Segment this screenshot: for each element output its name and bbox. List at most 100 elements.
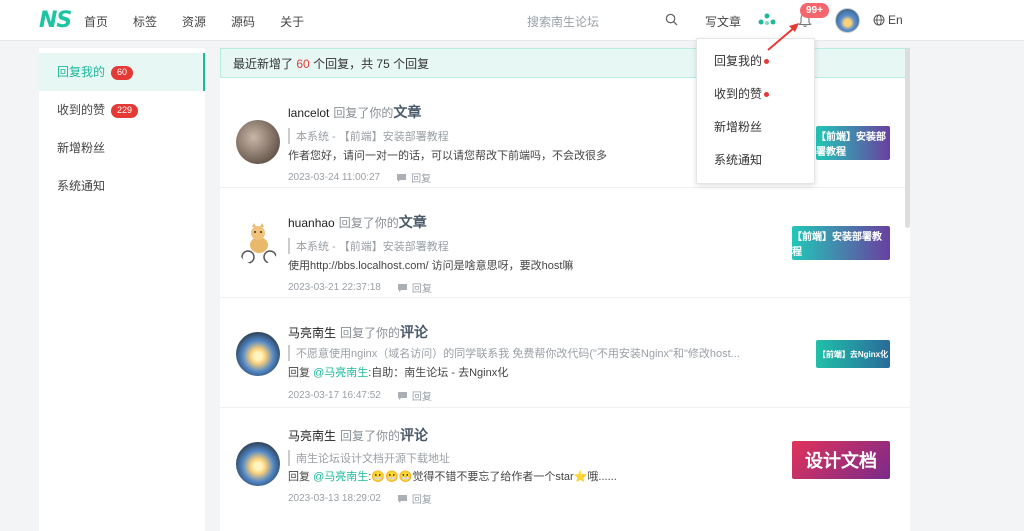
dropdown-item-label: 新增粉丝 [714,120,763,134]
language-label: En [888,13,903,27]
timestamp: 2023-03-13 18:29:02 [288,493,381,504]
unread-dot [764,92,770,97]
timestamp: 2023-03-17 16:47:52 [288,390,381,401]
dropdown-item-label: 收到的赞 [714,87,763,101]
message-sidebar: 回复我的 60 收到的赞 229 新增粉丝 系统通知 [39,48,205,531]
article-thumbnail[interactable]: 设计文档 [792,441,890,479]
reply-meta: 2023-03-13 18:29:02 回复 [288,491,432,506]
comment-icon [397,391,407,400]
user-avatar[interactable] [835,8,860,33]
write-article-button[interactable]: 写文章 [705,13,741,30]
avatar[interactable] [236,442,280,486]
dropdown-item-likes[interactable]: 收到的赞 [697,78,814,111]
thumbnail-text: 【前端】安装部署教程 [792,232,882,258]
target-type: 评论 [400,324,429,340]
action-text: 回复了你的 [340,326,401,340]
article-thumbnail[interactable]: 【前端】去Nginx化 [816,340,890,368]
sidebar-item-replies[interactable]: 回复我的 60 [39,53,205,91]
quoted-source[interactable]: 本系统 - 【前端】安装部署教程 [288,238,449,254]
reply-button[interactable]: 回复 [397,491,432,506]
quoted-source[interactable]: 不愿意使用nginx（域名访问）的同学联系我 免费帮你改代码("不用安装Ngin… [288,345,768,361]
sidebar-item-label: 回复我的 [57,65,106,79]
top-navbar: NS 首页 标签 资源 源码 关于 搜索南生论坛 写文章 99+ En [0,0,1024,41]
reply-meta: 2023-03-24 11:00:27 回复 [288,170,431,185]
reply-header: 马亮南生 回复了你的评论 [288,322,428,342]
quoted-source[interactable]: 南生论坛设计文档开源下载地址 [288,450,450,466]
reply-text: :😬😬😬觉得不错不要忘了给作者一个star⭐哦...... [368,471,617,483]
reply-content: 作者您好，请问一对一的话，可以请您帮改下前端吗，不会改很多 [288,150,607,162]
thumbnail-text: 【前端】去Nginx化 [817,349,889,359]
action-text: 回复了你的 [333,106,394,120]
nav-about[interactable]: 关于 [280,13,304,30]
count-badge: 229 [111,103,139,118]
avatar[interactable] [236,332,280,376]
quoted-source[interactable]: 本系统 - 【前端】安装部署教程 [288,128,449,144]
reply-label: 回复 [411,392,432,403]
username[interactable]: lancelot [288,106,329,120]
action-text: 回复了你的 [338,216,399,230]
banner-text: 最近新增了 [233,57,294,71]
reply-header: lancelot 回复了你的文章 [288,102,421,122]
reply-meta: 2023-03-21 22:37:18 回复 [288,280,432,295]
timestamp: 2023-03-24 11:00:27 [288,172,381,183]
notification-badge: 99+ [800,3,829,18]
comment-icon [397,494,407,503]
avatar[interactable] [236,120,280,164]
dropdown-item-followers[interactable]: 新增粉丝 [697,111,814,144]
unread-dot [764,59,770,64]
sidebar-item-label: 收到的赞 [57,103,106,117]
list-item: 马亮南生 回复了你的评论 南生论坛设计文档开源下载地址 回复 @马亮南生:😬😬😬觉… [220,408,910,518]
nav-resources[interactable]: 资源 [182,13,206,30]
reply-button[interactable]: 回复 [397,388,432,403]
nav-source[interactable]: 源码 [231,13,255,30]
reply-content: 回复 @马亮南生:自助：南生论坛 - 去Nginx化 [288,364,508,380]
site-logo[interactable]: NS [39,8,72,33]
target-type: 文章 [398,214,427,230]
annotation-arrow [767,23,799,51]
reply-header: 马亮南生 回复了你的评论 [288,425,428,445]
sidebar-item-label: 系统通知 [57,179,106,193]
globe-icon [873,14,885,26]
username[interactable]: 马亮南生 [288,429,336,443]
username[interactable]: huanhao [288,216,335,230]
sidebar-item-label: 新增粉丝 [57,141,106,155]
reply-label: 回复 [411,284,432,295]
target-type: 评论 [400,427,429,443]
list-item: 马亮南生 回复了你的评论 不愿意使用nginx（域名访问）的同学联系我 免费帮你改… [220,298,910,408]
action-text: 回复了你的 [340,429,401,443]
sidebar-item-likes[interactable]: 收到的赞 229 [39,91,205,129]
reply-label: 回复 [411,174,432,185]
article-thumbnail[interactable]: 【前端】安装部署教程 [816,126,890,160]
total-count: 75 [376,57,390,71]
banner-text: 个回复，共 [313,57,374,71]
article-thumbnail[interactable]: 【前端】安装部署教程 [792,226,890,260]
dropdown-item-label: 系统通知 [714,153,763,167]
reply-label: 回复 [411,495,432,506]
reply-button[interactable]: 回复 [396,170,431,185]
dropdown-item-label: 回复我的 [714,54,763,68]
reply-meta: 2023-03-17 16:47:52 回复 [288,388,432,403]
sidebar-item-followers[interactable]: 新增粉丝 [39,129,205,167]
timestamp: 2023-03-21 22:37:18 [288,282,381,293]
nav-home[interactable]: 首页 [84,13,108,30]
main-nav: 首页 标签 资源 源码 关于 [84,13,304,30]
count-badge: 60 [111,65,134,80]
comment-icon [397,173,407,182]
dropdown-item-system[interactable]: 系统通知 [697,144,814,177]
thumbnail-text: 设计文档 [805,451,877,471]
banner-text: 个回复 [393,57,430,71]
reply-content: 回复 @马亮南生:😬😬😬觉得不错不要忘了给作者一个star⭐哦...... [288,468,617,484]
username[interactable]: 马亮南生 [288,326,336,340]
nav-tags[interactable]: 标签 [133,13,157,30]
sidebar-item-system[interactable]: 系统通知 [39,167,205,205]
mention-link[interactable]: @马亮南生 [313,367,368,379]
avatar[interactable] [236,221,280,265]
scrollbar[interactable] [905,48,910,228]
search-icon[interactable] [665,13,678,26]
reply-button[interactable]: 回复 [397,280,432,295]
language-switch[interactable]: En [873,13,903,27]
list-item: huanhao 回复了你的文章 本系统 - 【前端】安装部署教程 使用http:/… [220,188,910,298]
target-type: 文章 [393,104,422,120]
search-input[interactable]: 搜索南生论坛 [527,13,599,30]
mention-link[interactable]: @马亮南生 [313,471,368,483]
